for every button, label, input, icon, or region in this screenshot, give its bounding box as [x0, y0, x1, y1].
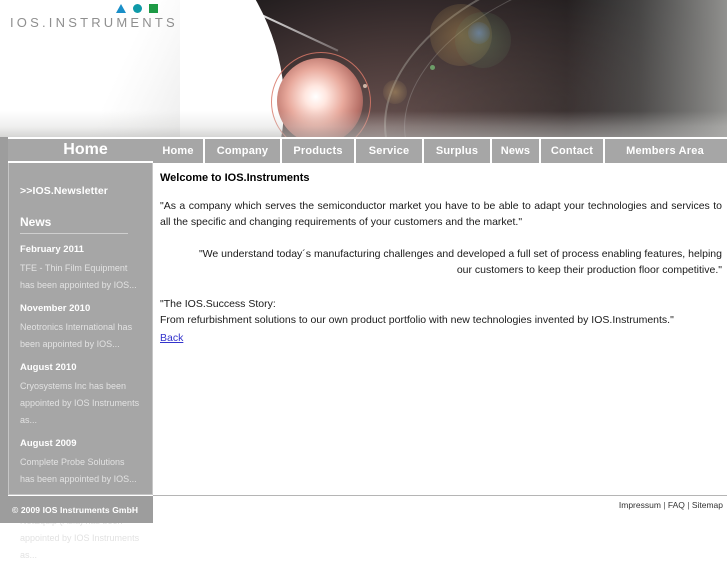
sidebar: Home >>IOS.Newsletter News February 2011…	[8, 139, 153, 560]
nav-item-surplus[interactable]: Surplus	[424, 139, 492, 163]
news-item-date: February 2011	[20, 244, 84, 255]
triangle-icon	[116, 4, 126, 13]
news-item-text: Cryosystems Inc has been appointed by IO…	[20, 381, 140, 425]
footer-link-sitemap[interactable]: Sitemap	[692, 500, 723, 510]
sidebar-page-title: Home	[8, 139, 153, 163]
main-content: Welcome to IOS.Instruments "As a company…	[160, 172, 722, 346]
news-item-text: Neotronics International has been appoin…	[20, 322, 133, 349]
left-edge-strip	[0, 137, 8, 523]
page-title: Welcome to IOS.Instruments	[160, 172, 310, 184]
nav-item-members-area[interactable]: Members Area	[605, 139, 725, 163]
success-story-heading: "The IOS.Success Story:	[160, 298, 276, 310]
page-root: IOS.INSTRUMENTS Home Company Products Se…	[0, 0, 727, 560]
footer-link-separator: |	[660, 500, 668, 510]
sidebar-newsletter-link[interactable]: >>IOS.Newsletter	[20, 185, 141, 197]
intro-paragraph: "As a company which serves the semicondu…	[160, 200, 722, 228]
news-list-item[interactable]: February 2011 TFE - Thin Film Equipment …	[20, 244, 141, 294]
news-item-text: Complete Probe Solutions has been appoin…	[20, 457, 137, 484]
logo-wordmark: IOS.INSTRUMENTS	[10, 15, 178, 30]
square-icon	[149, 4, 158, 13]
lens-flare-dot-green	[430, 65, 435, 70]
lens-flare-bokeh-blue	[468, 22, 490, 44]
header-banner: IOS.INSTRUMENTS	[0, 0, 727, 137]
nav-item-company[interactable]: Company	[205, 139, 282, 163]
sidebar-news-divider	[20, 233, 128, 234]
sidebar-news-heading: News	[20, 215, 52, 229]
footer-divider	[153, 495, 727, 496]
nav-item-service[interactable]: Service	[356, 139, 424, 163]
footer-copyright-block: © 2009 IOS Instruments GmbH	[0, 496, 153, 523]
main-navigation: Home Company Products Service Surplus Ne…	[153, 139, 727, 163]
logo-shape-group	[116, 4, 158, 13]
back-link[interactable]: Back	[160, 332, 183, 344]
nav-item-news[interactable]: News	[492, 139, 541, 163]
banner-bottom-fade	[0, 111, 727, 137]
lens-flare-dot-white	[363, 84, 367, 88]
news-list-item[interactable]: November 2010 Neotronics International h…	[20, 303, 141, 353]
nav-item-products[interactable]: Products	[282, 139, 356, 163]
footer-link-separator: |	[684, 500, 692, 510]
news-item-date: November 2010	[20, 303, 91, 314]
footer-links: Impressum | FAQ | Sitemap	[619, 500, 723, 510]
quote-paragraph: "We understand today´s manufacturing cha…	[198, 248, 722, 276]
news-item-date: August 2010	[20, 362, 77, 373]
footer-copyright-text: © 2009 IOS Instruments GmbH	[12, 504, 139, 515]
nav-item-contact[interactable]: Contact	[541, 139, 605, 163]
footer-link-impressum[interactable]: Impressum	[619, 500, 661, 510]
success-story-text: From refurbishment solutions to our own …	[160, 314, 674, 326]
news-list-item[interactable]: August 2010 Cryosystems Inc has been app…	[20, 362, 141, 429]
news-item-text: TFE - Thin Film Equipment has been appoi…	[20, 263, 137, 290]
footer-link-faq[interactable]: FAQ	[668, 500, 685, 510]
site-logo[interactable]: IOS.INSTRUMENTS	[8, 2, 178, 34]
circle-icon	[133, 4, 142, 13]
lens-flare-bokeh-small	[383, 80, 407, 104]
nav-item-home[interactable]: Home	[153, 139, 205, 163]
news-item-date: August 2009	[20, 438, 77, 449]
news-list-item[interactable]: August 2009 Complete Probe Solutions has…	[20, 438, 141, 488]
